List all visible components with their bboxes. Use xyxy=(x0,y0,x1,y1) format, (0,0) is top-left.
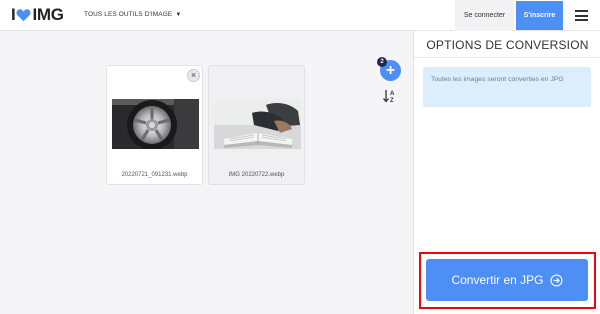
tools-menu[interactable]: TOUS LES OUTILS D'IMAGE ▼ xyxy=(84,11,181,18)
file-name: 20220721_091231.webp xyxy=(121,172,188,178)
top-navbar: I IMG TOUS LES OUTILS D'IMAGE ▼ Se conne… xyxy=(0,0,600,31)
caret-down-icon: ▼ xyxy=(175,11,182,18)
svg-text:A: A xyxy=(390,91,395,97)
convert-button[interactable]: Convertir en JPG xyxy=(426,259,588,301)
convert-button-label: Convertir en JPG xyxy=(451,273,544,287)
svg-text:Z: Z xyxy=(390,98,394,104)
info-message: Toutes les images seront converties en J… xyxy=(423,67,591,107)
panel-title: OPTIONS DE CONVERSION xyxy=(426,38,589,52)
book-photo-thumbnail xyxy=(214,99,301,149)
file-name: IMG 20220722.webp xyxy=(228,172,285,178)
wheel-photo-thumbnail xyxy=(112,99,199,149)
divider xyxy=(414,57,600,58)
logo-letter-i: I xyxy=(11,5,16,24)
logo-text: IMG xyxy=(32,5,64,24)
arrow-right-circle-icon xyxy=(550,273,563,287)
remove-file-icon[interactable]: × xyxy=(187,69,200,82)
hamburger-menu-icon[interactable] xyxy=(575,10,588,21)
logo[interactable]: I IMG xyxy=(11,6,64,24)
file-card[interactable]: IMG 20220722.webp xyxy=(208,65,305,185)
tools-menu-label: TOUS LES OUTILS D'IMAGE xyxy=(84,11,173,18)
heart-icon xyxy=(16,9,31,22)
file-count-badge: 2 xyxy=(377,57,387,67)
file-workspace: × 20220721_091231.webp IMG 20220722.webp… xyxy=(0,31,413,314)
signup-button[interactable]: S'inscrire xyxy=(516,1,563,30)
file-card[interactable]: × 20220721_091231.webp xyxy=(106,65,203,185)
login-button[interactable]: Se connecter xyxy=(455,0,514,31)
sort-az-icon[interactable]: A Z xyxy=(382,88,398,104)
